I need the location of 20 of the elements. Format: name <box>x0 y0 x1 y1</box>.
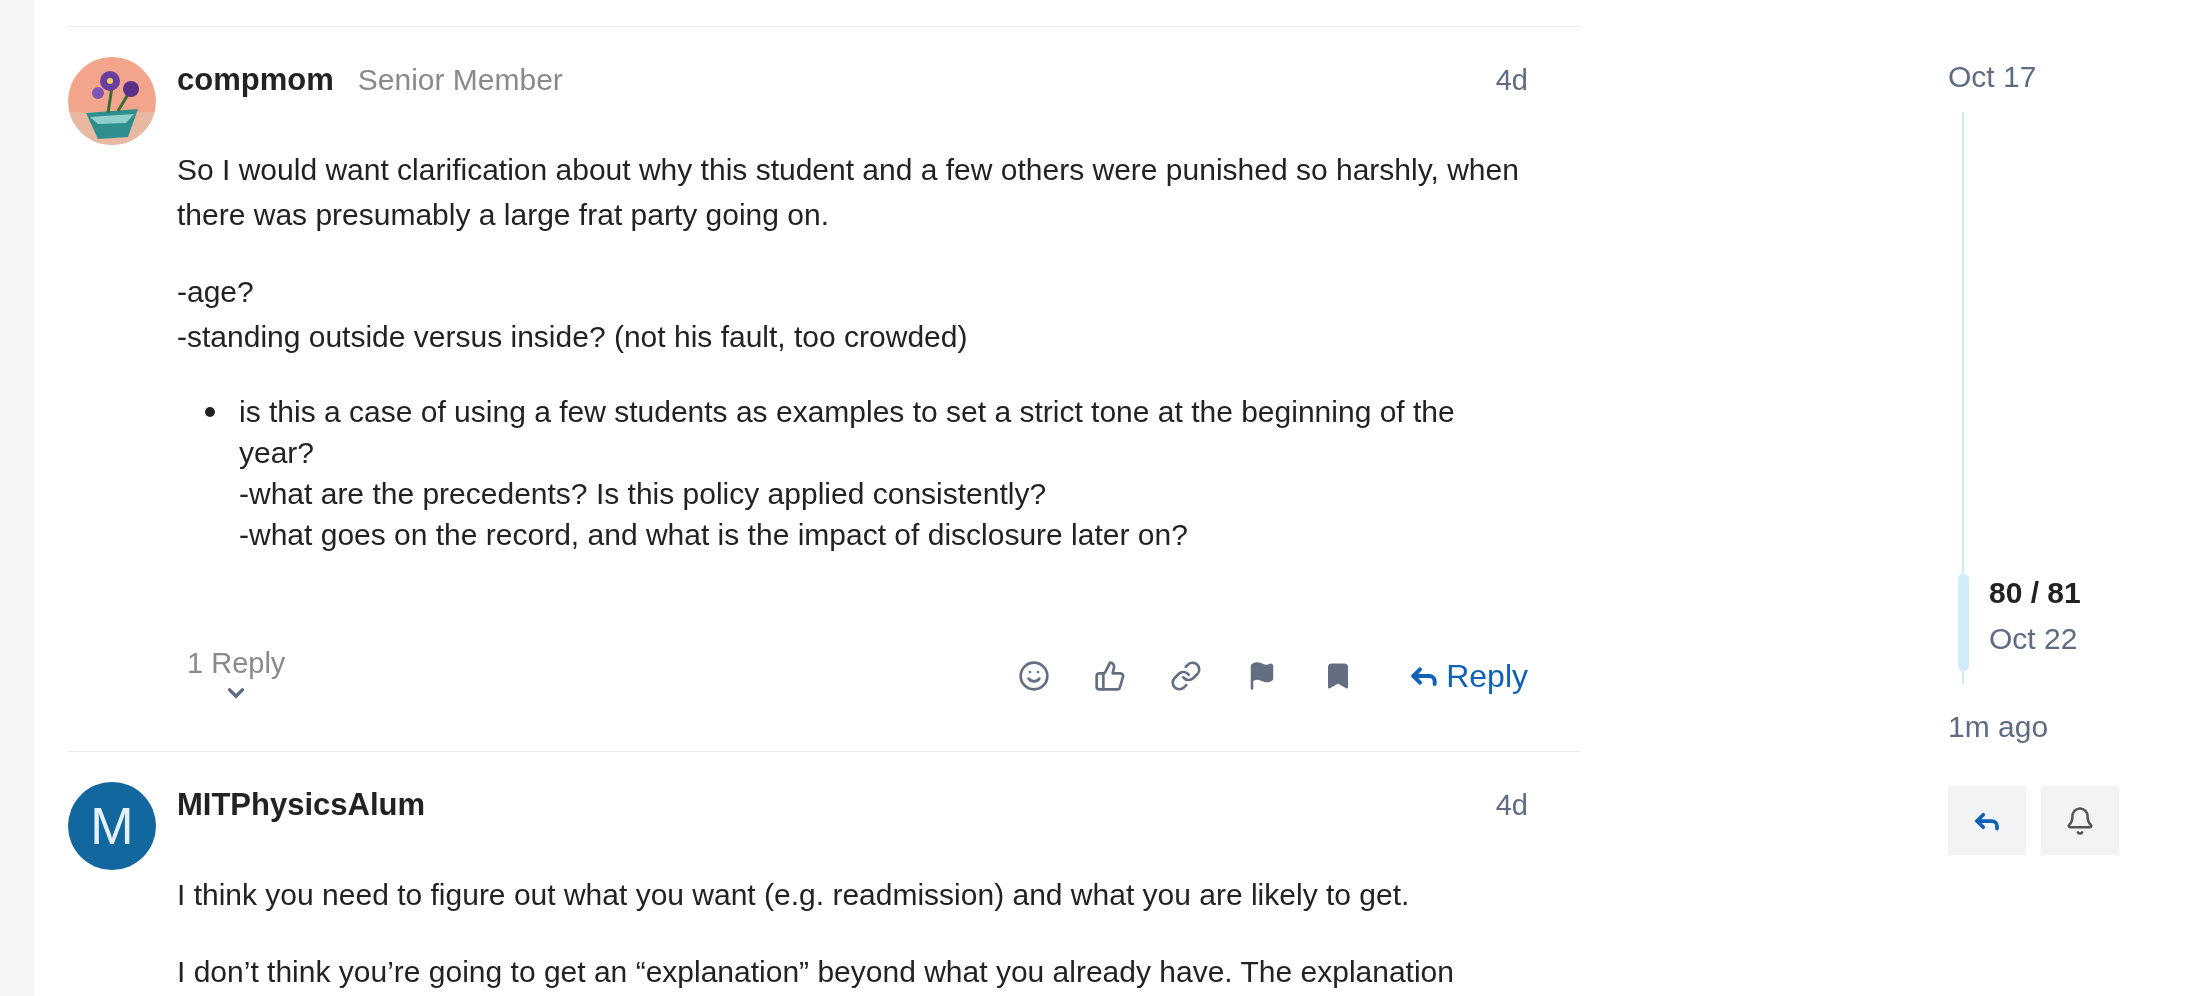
timeline-end-date[interactable]: 1m ago <box>1948 710 2119 744</box>
replies-toggle[interactable]: 1 Reply <box>177 646 286 706</box>
timeline-position-date: Oct 22 <box>1989 621 2079 657</box>
post-age[interactable]: 4d <box>1495 63 1528 97</box>
username[interactable]: MITPhysicsAlum <box>177 787 426 823</box>
post-paragraph: I think you need to figure out what you want (e.g. readmission) and what you are likely to get. <box>177 877 1411 913</box>
bell-icon[interactable] <box>2041 786 2119 855</box>
post-age[interactable]: 4d <box>1495 788 1528 822</box>
list-item: is this a case of using a few students as examples to set a strict tone at the beginning of the year? -what are the precedents? Is this policy applied consistently? -what goes on the record, and what is the impact of disclosure later on? <box>239 394 1456 553</box>
user-title: Senior Member <box>357 63 563 97</box>
post-paragraph: So I would want clarification about why this student and a few others were punished so harshly, when there was presumably a large frat party going on. <box>177 152 1520 233</box>
reply-button[interactable]: Reply <box>1408 657 1528 695</box>
user-avatar[interactable]: M <box>68 782 156 870</box>
timeline-start-date[interactable]: Oct 17 <box>1948 60 2119 94</box>
username[interactable]: compmom <box>177 62 334 98</box>
post-paragraph: -age? -standing outside versus inside? (not his fault, too crowded) <box>177 274 969 355</box>
post-paragraph: I don’t think you’re going to get an “explanation” beyond what you already have. The explanation <box>177 954 1455 990</box>
timeline-position: 80 / 81 <box>1989 575 2081 611</box>
reply-icon[interactable] <box>1948 786 2026 855</box>
bullet-icon <box>205 407 215 417</box>
